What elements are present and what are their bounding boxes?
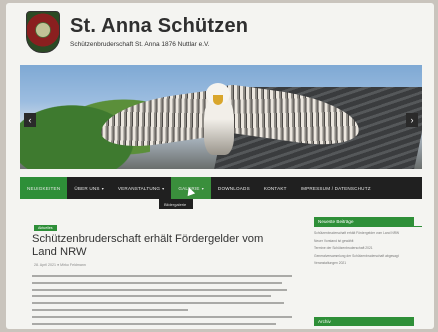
article-body [32,275,292,329]
nav-label: KONTAKT [263,185,287,191]
nav-label: VERANSTALTUNG [117,185,161,191]
chevron-right-icon: › [410,115,414,125]
nav-item-ueber-uns[interactable]: ÜBER UNS ▾ [67,177,111,199]
chevron-down-icon: ▾ [101,185,104,191]
recent-post-link[interactable]: Neuer Vorstand ist gewählt [314,239,414,244]
eagle-beak [213,95,223,105]
recent-post-link[interactable]: Termine der Schützenbruderschaft 2021 [314,246,414,251]
nav-item-neuigkeiten[interactable]: NEUIGKEITEN [20,177,68,199]
nav-label: DOWNLOADS [217,185,250,191]
widget-heading-recent: Neueste Beiträge [314,217,414,226]
nav-item-downloads[interactable]: DOWNLOADS [211,177,257,199]
widget-rule [314,226,422,227]
slider-next-button[interactable]: › [406,113,418,127]
nav-label: IMPRESSUM / DATENSCHUTZ [300,185,371,191]
hero-slider: ‹ › [20,65,422,169]
nav-item-kontakt[interactable]: KONTAKT [257,177,294,199]
recent-post-link[interactable]: Veranstaltungen 2021 [314,261,414,266]
text-line [32,288,287,291]
nav-item-veranstaltung[interactable]: VERANSTALTUNG ▾ [111,177,171,199]
dropdown-item-bildergalerie[interactable]: Bildergalerie [159,199,193,209]
text-line [32,281,282,284]
nav-label: ÜBER UNS [74,185,100,191]
slider-prev-button[interactable]: ‹ [24,113,36,127]
main-navigation: NEUIGKEITEN ÜBER UNS ▾ VERANSTALTUNG ▾ G… [20,177,422,199]
text-line [32,315,292,318]
recent-post-link[interactable]: Generalversammlung der Schützenbrudersch… [314,254,414,259]
text-line [32,295,272,298]
article-title[interactable]: Schützenbruderschaft erhält Fördergelder… [32,233,282,259]
browser-viewport: St. Anna Schützen Schützenbruderschaft S… [6,3,434,329]
recent-posts-list: Schützenbruderschaft erhält Fördergelder… [314,231,414,269]
nav-item-impressum[interactable]: IMPRESSUM / DATENSCHUTZ [294,177,378,199]
chevron-left-icon: ‹ [28,115,32,125]
category-badge[interactable]: Aktuelles [34,225,57,231]
logo-emblem [36,23,50,37]
text-line [32,322,277,325]
text-line [32,302,285,305]
site-subtitle: Schützenbruderschaft St. Anna 1876 Nuttl… [70,41,210,48]
recent-post-link[interactable]: Schützenbruderschaft erhält Fördergelder… [314,231,414,236]
article-meta: 28. April 2021 ● Mirko Feldmann [34,263,86,267]
chevron-down-icon: ▾ [162,185,165,191]
nav-label: NEUIGKEITEN [27,185,61,191]
text-line [32,308,188,311]
club-logo[interactable] [26,11,60,53]
widget-heading-archive: Archiv [314,317,414,326]
chevron-down-icon: ▾ [201,185,204,191]
site-title[interactable]: St. Anna Schützen [70,15,248,38]
text-line [32,275,292,277]
